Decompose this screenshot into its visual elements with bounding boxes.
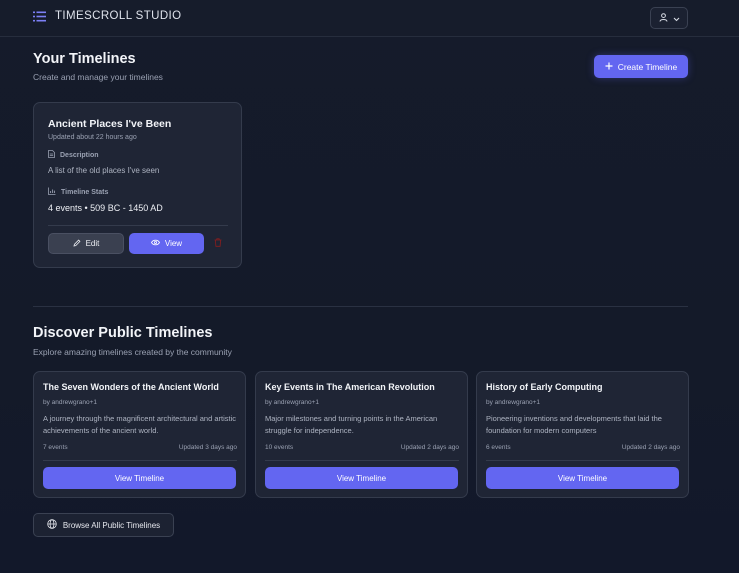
public-card-description: Major milestones and turning points in t… [265, 414, 438, 435]
timeline-card-updated: Updated about 22 hours ago [48, 134, 137, 141]
public-card-meta: 6 events Updated 2 days ago [486, 444, 680, 451]
app-title: TIMESCROLL STUDIO [55, 10, 182, 22]
public-timeline-card: Key Events in The American Revolution by… [255, 371, 468, 498]
card-divider [265, 460, 459, 461]
stats-label: Timeline Stats [61, 188, 109, 196]
public-card-title: Key Events in The American Revolution [265, 382, 435, 392]
your-timelines-heading: Your Timelines [33, 51, 136, 67]
updated-time: Updated 2 days ago [400, 444, 459, 451]
description-label: Description [60, 151, 99, 159]
create-timeline-label: Create Timeline [617, 61, 678, 72]
event-count: 7 events [43, 444, 68, 451]
plus-icon [605, 62, 613, 72]
eye-icon [150, 239, 160, 248]
browse-label: Browse All Public Timelines [62, 520, 161, 530]
list-icon [33, 11, 46, 22]
view-timeline-button[interactable]: View Timeline [43, 467, 236, 489]
event-count: 6 events [486, 444, 511, 451]
public-card-title: The Seven Wonders of the Ancient World [43, 382, 219, 392]
section-divider [33, 306, 688, 307]
delete-button[interactable] [212, 237, 224, 249]
public-card-title: History of Early Computing [486, 382, 603, 392]
public-card-author: by andrewgrano+1 [265, 399, 320, 406]
public-card-author: by andrewgrano+1 [43, 399, 98, 406]
timeline-card-description: A list of the old places I've seen [48, 166, 160, 175]
public-card-description: A journey through the magnificent archit… [43, 414, 237, 435]
create-timeline-button[interactable]: Create Timeline [594, 55, 688, 78]
event-count: 10 events [265, 444, 294, 451]
card-divider [48, 225, 228, 226]
edit-label: Edit [85, 239, 100, 248]
view-button[interactable]: View [129, 233, 204, 254]
user-icon [659, 9, 668, 27]
brand[interactable]: TIMESCROLL STUDIO [33, 10, 182, 22]
public-timeline-card: History of Early Computing by andrewgran… [476, 371, 689, 498]
card-divider [486, 460, 680, 461]
user-menu-button[interactable] [650, 7, 688, 29]
public-card-meta: 7 events Updated 3 days ago [43, 444, 237, 451]
public-card-meta: 10 events Updated 2 days ago [265, 444, 459, 451]
public-timeline-card: The Seven Wonders of the Ancient World b… [33, 371, 246, 498]
updated-time: Updated 2 days ago [621, 444, 680, 451]
trash-icon [214, 234, 222, 252]
browse-public-timelines-button[interactable]: Browse All Public Timelines [33, 513, 174, 537]
view-timeline-button[interactable]: View Timeline [486, 467, 679, 489]
timeline-card: Ancient Places I've Been Updated about 2… [33, 102, 242, 268]
public-card-author: by andrewgrano+1 [486, 399, 541, 406]
updated-time: Updated 3 days ago [178, 444, 237, 451]
document-icon [48, 150, 55, 160]
view-timeline-button[interactable]: View Timeline [265, 467, 458, 489]
bar-chart-icon [48, 187, 56, 197]
your-timelines-subtitle: Create and manage your timelines [33, 72, 163, 82]
public-card-description: Pioneering inventions and developments t… [486, 414, 662, 435]
timeline-card-stats: 4 events • 509 BC - 1450 AD [48, 203, 163, 213]
description-label-row: Description [48, 150, 99, 160]
card-divider [43, 460, 237, 461]
chevron-down-icon [673, 9, 680, 27]
pencil-icon [73, 239, 81, 249]
discover-subtitle: Explore amazing timelines created by the… [33, 347, 232, 357]
discover-heading: Discover Public Timelines [33, 325, 213, 341]
stats-label-row: Timeline Stats [48, 187, 108, 197]
globe-icon [47, 519, 57, 531]
timeline-card-title: Ancient Places I've Been [48, 118, 172, 130]
view-label: View [164, 239, 183, 248]
edit-button[interactable]: Edit [48, 233, 124, 254]
top-bar: TIMESCROLL STUDIO [0, 0, 739, 37]
